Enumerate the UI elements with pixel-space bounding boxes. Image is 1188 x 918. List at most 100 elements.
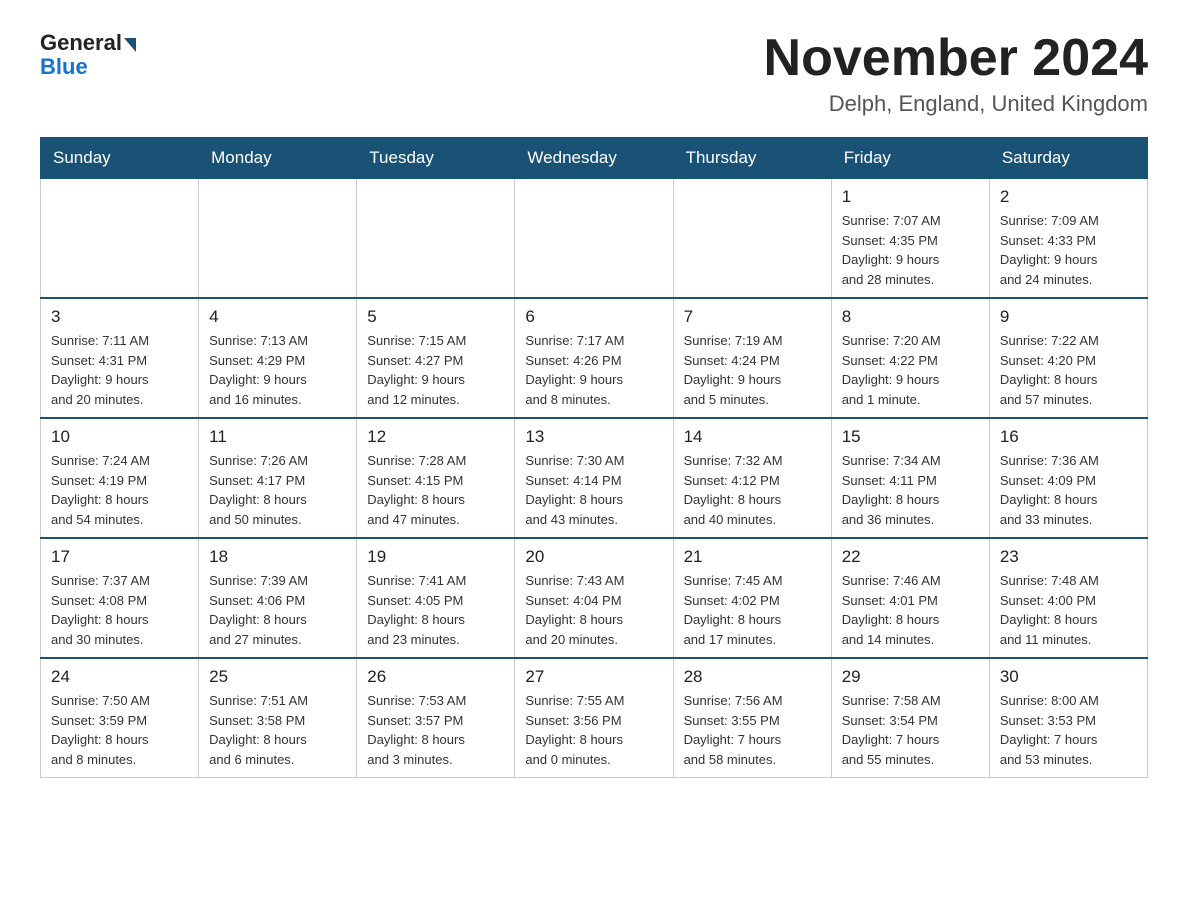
calendar-cell: 27 Sunrise: 7:55 AMSunset: 3:56 PMDayligh…: [515, 658, 673, 778]
calendar-cell: [199, 179, 357, 299]
day-info: Sunrise: 7:41 AMSunset: 4:05 PMDaylight:…: [367, 571, 504, 649]
title-section: November 2024 Delph, England, United Kin…: [764, 30, 1148, 117]
day-number: 28: [684, 667, 821, 687]
day-info: Sunrise: 7:15 AMSunset: 4:27 PMDaylight:…: [367, 331, 504, 409]
weekday-header-wednesday: Wednesday: [515, 138, 673, 179]
location-subtitle: Delph, England, United Kingdom: [764, 91, 1148, 117]
calendar-cell: 17Sunrise: 7:37 AMSunset: 4:08 PMDayligh…: [41, 538, 199, 658]
calendar-cell: 25 Sunrise: 7:51 AMSunset: 3:58 PMDayligh…: [199, 658, 357, 778]
day-info: Sunrise: 7:30 AMSunset: 4:14 PMDaylight:…: [525, 451, 662, 529]
day-number: 29: [842, 667, 979, 687]
day-number: 3: [51, 307, 188, 327]
day-info: Sunrise: 7:53 AMSunset: 3:57 PMDaylight:…: [367, 691, 504, 769]
calendar-cell: 7 Sunrise: 7:19 AMSunset: 4:24 PMDaylight…: [673, 298, 831, 418]
day-number: 6: [525, 307, 662, 327]
calendar-week-row: 10Sunrise: 7:24 AMSunset: 4:19 PMDayligh…: [41, 418, 1148, 538]
calendar-cell: 10Sunrise: 7:24 AMSunset: 4:19 PMDayligh…: [41, 418, 199, 538]
calendar-cell: 14Sunrise: 7:32 AMSunset: 4:12 PMDayligh…: [673, 418, 831, 538]
calendar-cell: 5 Sunrise: 7:15 AMSunset: 4:27 PMDaylight…: [357, 298, 515, 418]
day-number: 2: [1000, 187, 1137, 207]
weekday-header-row: SundayMondayTuesdayWednesdayThursdayFrid…: [41, 138, 1148, 179]
day-number: 23: [1000, 547, 1137, 567]
day-info: Sunrise: 7:39 AMSunset: 4:06 PMDaylight:…: [209, 571, 346, 649]
day-info: Sunrise: 7:32 AMSunset: 4:12 PMDaylight:…: [684, 451, 821, 529]
day-info: Sunrise: 7:58 AMSunset: 3:54 PMDaylight:…: [842, 691, 979, 769]
day-number: 16: [1000, 427, 1137, 447]
day-number: 18: [209, 547, 346, 567]
weekday-header-monday: Monday: [199, 138, 357, 179]
day-info: Sunrise: 7:22 AMSunset: 4:20 PMDaylight:…: [1000, 331, 1137, 409]
weekday-header-friday: Friday: [831, 138, 989, 179]
calendar-cell: 20 Sunrise: 7:43 AMSunset: 4:04 PMDayligh…: [515, 538, 673, 658]
day-info: Sunrise: 7:55 AMSunset: 3:56 PMDaylight:…: [525, 691, 662, 769]
day-number: 24: [51, 667, 188, 687]
day-info: Sunrise: 7:28 AMSunset: 4:15 PMDaylight:…: [367, 451, 504, 529]
calendar-cell: [515, 179, 673, 299]
month-title: November 2024: [764, 30, 1148, 87]
day-number: 8: [842, 307, 979, 327]
calendar-cell: 23 Sunrise: 7:48 AMSunset: 4:00 PMDayligh…: [989, 538, 1147, 658]
day-number: 10: [51, 427, 188, 447]
calendar-cell: 13 Sunrise: 7:30 AMSunset: 4:14 PMDayligh…: [515, 418, 673, 538]
calendar-cell: 19Sunrise: 7:41 AMSunset: 4:05 PMDayligh…: [357, 538, 515, 658]
calendar-cell: 16 Sunrise: 7:36 AMSunset: 4:09 PMDayligh…: [989, 418, 1147, 538]
day-number: 12: [367, 427, 504, 447]
day-number: 30: [1000, 667, 1137, 687]
day-number: 7: [684, 307, 821, 327]
day-number: 5: [367, 307, 504, 327]
calendar-table: SundayMondayTuesdayWednesdayThursdayFrid…: [40, 137, 1148, 778]
day-info: Sunrise: 8:00 AMSunset: 3:53 PMDaylight:…: [1000, 691, 1137, 769]
page-header: General Blue November 2024 Delph, Englan…: [40, 30, 1148, 117]
day-info: Sunrise: 7:20 AMSunset: 4:22 PMDaylight:…: [842, 331, 979, 409]
calendar-cell: 26 Sunrise: 7:53 AMSunset: 3:57 PMDayligh…: [357, 658, 515, 778]
calendar-cell: 21Sunrise: 7:45 AMSunset: 4:02 PMDayligh…: [673, 538, 831, 658]
day-info: Sunrise: 7:43 AMSunset: 4:04 PMDaylight:…: [525, 571, 662, 649]
logo: General Blue: [40, 30, 136, 80]
calendar-week-row: 24 Sunrise: 7:50 AMSunset: 3:59 PMDayligh…: [41, 658, 1148, 778]
day-number: 22: [842, 547, 979, 567]
day-number: 26: [367, 667, 504, 687]
calendar-cell: 4Sunrise: 7:13 AMSunset: 4:29 PMDaylight…: [199, 298, 357, 418]
day-number: 13: [525, 427, 662, 447]
day-info: Sunrise: 7:51 AMSunset: 3:58 PMDaylight:…: [209, 691, 346, 769]
calendar-week-row: 1Sunrise: 7:07 AMSunset: 4:35 PMDaylight…: [41, 179, 1148, 299]
day-info: Sunrise: 7:17 AMSunset: 4:26 PMDaylight:…: [525, 331, 662, 409]
calendar-cell: 9 Sunrise: 7:22 AMSunset: 4:20 PMDaylight…: [989, 298, 1147, 418]
calendar-cell: 8 Sunrise: 7:20 AMSunset: 4:22 PMDaylight…: [831, 298, 989, 418]
day-info: Sunrise: 7:50 AMSunset: 3:59 PMDaylight:…: [51, 691, 188, 769]
calendar-cell: 11 Sunrise: 7:26 AMSunset: 4:17 PMDayligh…: [199, 418, 357, 538]
calendar-cell: 28 Sunrise: 7:56 AMSunset: 3:55 PMDayligh…: [673, 658, 831, 778]
day-number: 25: [209, 667, 346, 687]
calendar-week-row: 17Sunrise: 7:37 AMSunset: 4:08 PMDayligh…: [41, 538, 1148, 658]
calendar-week-row: 3 Sunrise: 7:11 AMSunset: 4:31 PMDaylight…: [41, 298, 1148, 418]
day-info: Sunrise: 7:26 AMSunset: 4:17 PMDaylight:…: [209, 451, 346, 529]
weekday-header-thursday: Thursday: [673, 138, 831, 179]
logo-top: General: [40, 30, 136, 56]
day-number: 9: [1000, 307, 1137, 327]
day-info: Sunrise: 7:48 AMSunset: 4:00 PMDaylight:…: [1000, 571, 1137, 649]
calendar-cell: 24 Sunrise: 7:50 AMSunset: 3:59 PMDayligh…: [41, 658, 199, 778]
calendar-cell: 22Sunrise: 7:46 AMSunset: 4:01 PMDayligh…: [831, 538, 989, 658]
day-info: Sunrise: 7:11 AMSunset: 4:31 PMDaylight:…: [51, 331, 188, 409]
day-info: Sunrise: 7:36 AMSunset: 4:09 PMDaylight:…: [1000, 451, 1137, 529]
calendar-cell: 12 Sunrise: 7:28 AMSunset: 4:15 PMDayligh…: [357, 418, 515, 538]
weekday-header-tuesday: Tuesday: [357, 138, 515, 179]
weekday-header-saturday: Saturday: [989, 138, 1147, 179]
day-info: Sunrise: 7:45 AMSunset: 4:02 PMDaylight:…: [684, 571, 821, 649]
calendar-cell: [673, 179, 831, 299]
calendar-cell: 2Sunrise: 7:09 AMSunset: 4:33 PMDaylight…: [989, 179, 1147, 299]
logo-general-text: General: [40, 30, 122, 56]
calendar-cell: 1Sunrise: 7:07 AMSunset: 4:35 PMDaylight…: [831, 179, 989, 299]
day-info: Sunrise: 7:07 AMSunset: 4:35 PMDaylight:…: [842, 211, 979, 289]
day-number: 15: [842, 427, 979, 447]
calendar-cell: [357, 179, 515, 299]
calendar-cell: 29 Sunrise: 7:58 AMSunset: 3:54 PMDayligh…: [831, 658, 989, 778]
day-number: 4: [209, 307, 346, 327]
day-number: 20: [525, 547, 662, 567]
day-number: 11: [209, 427, 346, 447]
day-info: Sunrise: 7:56 AMSunset: 3:55 PMDaylight:…: [684, 691, 821, 769]
weekday-header-sunday: Sunday: [41, 138, 199, 179]
day-info: Sunrise: 7:19 AMSunset: 4:24 PMDaylight:…: [684, 331, 821, 409]
logo-arrow-icon: [124, 38, 136, 52]
day-number: 27: [525, 667, 662, 687]
